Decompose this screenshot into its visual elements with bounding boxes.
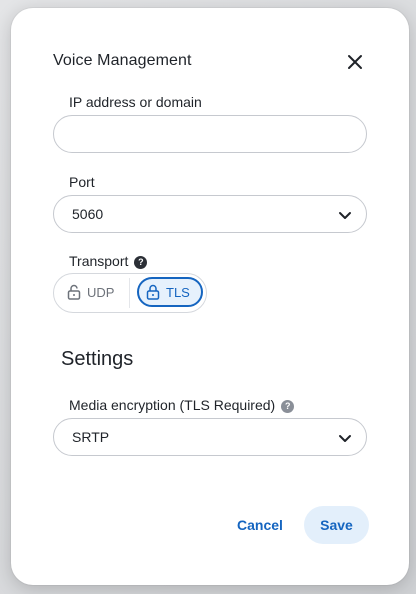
media-encryption-label: Media encryption (TLS Required)?: [69, 397, 295, 413]
port-select[interactable]: 5060: [53, 195, 367, 233]
segment-divider: [129, 278, 130, 308]
save-button[interactable]: Save: [304, 506, 369, 544]
lock-icon: [146, 284, 160, 300]
help-circle-icon[interactable]: ?: [281, 400, 295, 413]
media-encryption-select[interactable]: SRTP: [53, 418, 367, 456]
media-encryption-label-text: Media encryption (TLS Required): [69, 397, 276, 413]
transport-option-tls[interactable]: TLS: [137, 277, 203, 307]
dialog-title: Voice Management: [53, 52, 192, 69]
chevron-down-icon: [339, 435, 351, 442]
port-label: Port: [69, 174, 95, 190]
cancel-button[interactable]: Cancel: [223, 506, 297, 544]
close-icon: [348, 55, 362, 69]
ip-address-label: IP address or domain: [69, 94, 202, 110]
transport-option-udp-label: UDP: [87, 284, 115, 300]
help-circle-icon[interactable]: ?: [134, 256, 148, 269]
transport-label: Transport?: [69, 253, 148, 269]
media-encryption-selected-value: SRTP: [72, 429, 110, 445]
chevron-down-icon: [339, 212, 351, 219]
transport-option-udp[interactable]: UDP: [60, 277, 126, 307]
ip-address-field: [53, 115, 367, 153]
port-selected-value: 5060: [72, 206, 104, 222]
close-button[interactable]: [345, 52, 365, 72]
voice-management-dialog: Voice Management IP address or domain Po…: [11, 8, 409, 585]
transport-toggle: UDP TLS: [53, 273, 207, 313]
transport-label-text: Transport: [69, 253, 129, 269]
transport-option-tls-label: TLS: [166, 284, 190, 300]
settings-heading: Settings: [61, 348, 134, 370]
ip-address-input[interactable]: [70, 116, 350, 152]
unlock-icon: [67, 284, 81, 300]
